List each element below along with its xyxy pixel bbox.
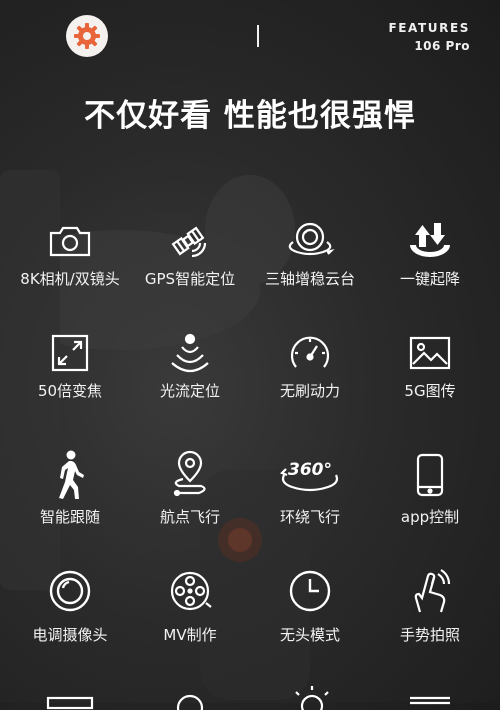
feature-item: 360° 环绕飞行	[250, 434, 370, 546]
feature-label: 一键起降	[399, 270, 460, 288]
features-tag: FEATURES 106 Pro	[388, 21, 470, 53]
header: FEATURES 106 Pro	[0, 0, 500, 70]
feature-label: app控制	[400, 508, 460, 526]
page-title: 不仅好看 性能也很强悍	[84, 98, 416, 134]
gesture-icon	[414, 569, 451, 613]
feature-label: 5G图传	[404, 382, 456, 400]
feature-item: 50倍变焦	[10, 322, 130, 434]
feature-item: 手势拍照	[370, 546, 490, 658]
settings-button[interactable]	[66, 15, 108, 57]
gear-icon	[74, 23, 100, 49]
feature-label: GPS智能定位	[144, 270, 236, 288]
svg-text:360°: 360°	[288, 460, 332, 480]
feature-label: 无头模式	[279, 626, 340, 644]
header-divider	[257, 25, 259, 47]
feature-label: 手势拍照	[399, 626, 460, 644]
feature-item: 电调摄像头	[10, 546, 130, 658]
model-name: 106 Pro	[414, 39, 470, 53]
feature-item: app控制	[370, 434, 490, 546]
camera-icon	[49, 226, 91, 257]
feature-item: 航点飞行	[130, 434, 250, 546]
feature-item: 一键起降	[370, 210, 490, 322]
next-row-icons-partial	[46, 686, 450, 710]
gimbal-icon	[288, 222, 335, 256]
features-title: FEATURES	[388, 21, 470, 35]
film-reel-icon	[170, 571, 212, 611]
image-transmission-icon	[409, 336, 451, 370]
feature-item: MV制作	[130, 546, 250, 658]
satellite-icon	[171, 226, 207, 258]
phone-icon	[416, 453, 444, 497]
feature-label: 8K相机/双镜头	[20, 270, 120, 288]
feature-label: 智能跟随	[39, 508, 100, 526]
feature-label: 航点飞行	[159, 508, 220, 526]
feature-item: 5G图传	[370, 322, 490, 434]
feature-item: 光流定位	[130, 322, 250, 434]
feature-label: 环绕飞行	[279, 508, 340, 526]
feature-item: 8K相机/双镜头	[10, 210, 130, 322]
zoom-icon	[51, 334, 89, 372]
feature-label: 光流定位	[159, 382, 220, 400]
feature-label: 三轴增稳云台	[264, 270, 355, 288]
feature-label: 无刷动力	[279, 382, 340, 400]
optical-flow-icon	[171, 333, 209, 373]
walking-person-icon	[59, 450, 84, 499]
feature-item: 无刷动力	[250, 322, 370, 434]
waypoint-icon	[173, 450, 206, 497]
feature-grid: 8K相机/双镜头 GPS智能定位 三轴增稳云台 一键起降 50倍变焦 光流定位 …	[10, 210, 490, 658]
takeoff-landing-icon	[410, 223, 450, 257]
clock-icon	[289, 570, 331, 612]
feature-label: 50倍变焦	[37, 382, 103, 400]
lens-icon	[49, 570, 91, 612]
feature-label: 电调摄像头	[32, 626, 108, 644]
feature-item: GPS智能定位	[130, 210, 250, 322]
feature-item: 无头模式	[250, 546, 370, 658]
feature-label: MV制作	[163, 626, 217, 644]
feature-item: 三轴增稳云台	[250, 210, 370, 322]
feature-item: 智能跟随	[10, 434, 130, 546]
speedometer-icon	[290, 336, 330, 368]
orbit-360-icon: 360°	[280, 460, 339, 492]
